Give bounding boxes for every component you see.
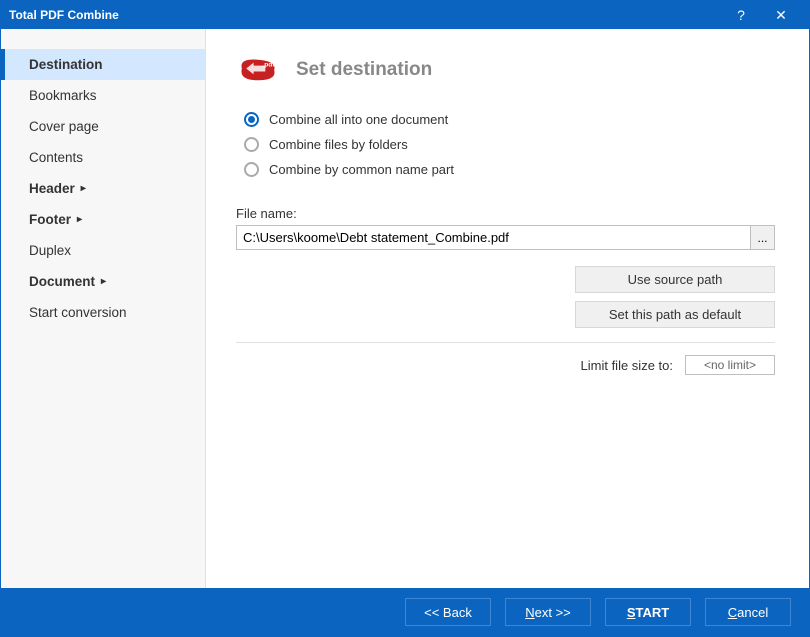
content-pane: .pdf Set destination Combine all into on… (206, 29, 809, 588)
titlebar: Total PDF Combine ? ✕ (1, 1, 809, 29)
radio-option-2[interactable]: Combine by common name part (244, 157, 775, 182)
sidebar-item-cover-page[interactable]: Cover page (1, 111, 205, 142)
radio-icon (244, 162, 259, 177)
chevron-right-icon: ▸ (81, 183, 86, 194)
chevron-right-icon: ▸ (101, 276, 106, 287)
radio-label: Combine all into one document (269, 112, 448, 127)
sidebar-item-label: Header (29, 181, 75, 196)
window-body: Destination Bookmarks Cover page Contents He… (1, 29, 809, 588)
radio-option-1[interactable]: Combine files by folders (244, 132, 775, 157)
sidebar-item-label: Duplex (29, 243, 71, 258)
pdf-icon: .pdf (236, 55, 280, 85)
limit-value[interactable]: <no limit> (685, 355, 775, 375)
filename-input[interactable] (237, 226, 750, 249)
radio-option-0[interactable]: Combine all into one document (244, 107, 775, 132)
limit-row: Limit file size to: <no limit> (236, 355, 775, 375)
sidebar: Destination Bookmarks Cover page Contents He… (1, 29, 206, 588)
set-default-path-button[interactable]: Set this path as default (575, 301, 775, 328)
close-button[interactable]: ✕ (761, 1, 801, 29)
radio-icon (244, 137, 259, 152)
back-button[interactable]: << Back (405, 598, 491, 626)
sidebar-item-label: Bookmarks (29, 88, 97, 103)
sidebar-item-footer[interactable]: Footer ▸ (1, 204, 205, 235)
svg-text:.pdf: .pdf (262, 61, 275, 68)
app-window: Total PDF Combine ? ✕ Destination Bookmar… (0, 0, 810, 637)
sidebar-item-label: Cover page (29, 119, 99, 134)
divider (236, 342, 775, 343)
browse-button[interactable]: ... (750, 226, 774, 249)
next-button[interactable]: Next >> (505, 598, 591, 626)
use-source-path-button[interactable]: Use source path (575, 266, 775, 293)
limit-label: Limit file size to: (581, 358, 673, 373)
sidebar-item-start-conversion[interactable]: Start conversion (1, 297, 205, 328)
sidebar-item-label: Document (29, 274, 95, 289)
sidebar-item-contents[interactable]: Contents (1, 142, 205, 173)
chevron-right-icon: ▸ (77, 214, 82, 225)
filename-label: File name: (236, 206, 775, 221)
page-header: .pdf Set destination (236, 55, 775, 85)
radio-label: Combine by common name part (269, 162, 454, 177)
help-button[interactable]: ? (721, 1, 761, 29)
sidebar-item-bookmarks[interactable]: Bookmarks (1, 80, 205, 111)
sidebar-item-destination[interactable]: Destination (1, 49, 205, 80)
page-title: Set destination (296, 59, 432, 81)
window-title: Total PDF Combine (9, 8, 721, 22)
radio-label: Combine files by folders (269, 137, 408, 152)
path-buttons: Use source path Set this path as default (236, 266, 775, 328)
radio-icon (244, 112, 259, 127)
sidebar-item-label: Footer (29, 212, 71, 227)
filename-row: ... (236, 225, 775, 250)
sidebar-item-duplex[interactable]: Duplex (1, 235, 205, 266)
footer: << Back Next >> START Cancel (1, 588, 809, 636)
cancel-button[interactable]: Cancel (705, 598, 791, 626)
filename-block: File name: ... (236, 206, 775, 250)
sidebar-item-label: Start conversion (29, 305, 127, 320)
combine-mode-radios: Combine all into one document Combine fil… (244, 107, 775, 182)
sidebar-item-label: Destination (29, 57, 103, 72)
sidebar-item-header[interactable]: Header ▸ (1, 173, 205, 204)
sidebar-item-label: Contents (29, 150, 83, 165)
sidebar-item-document[interactable]: Document ▸ (1, 266, 205, 297)
start-button[interactable]: START (605, 598, 691, 626)
